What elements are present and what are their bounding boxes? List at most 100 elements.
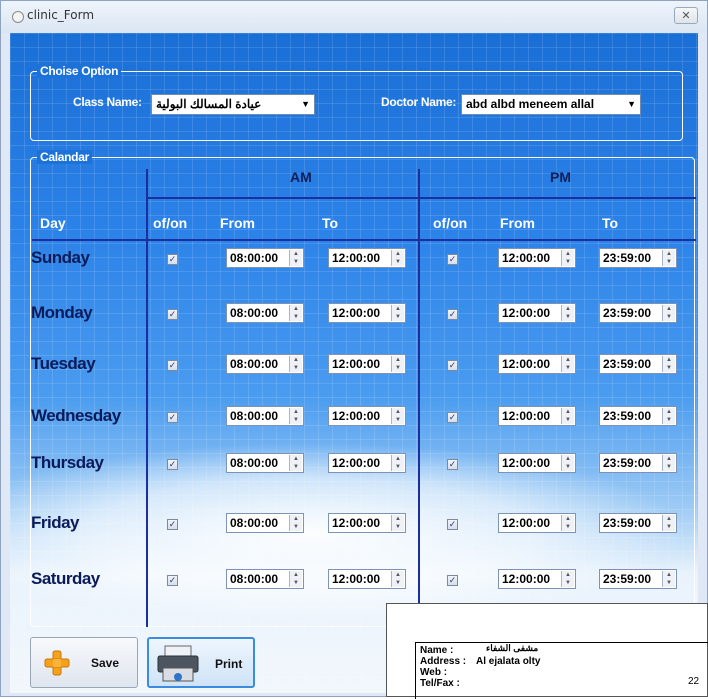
spinner-updown-icon[interactable]: ▲ ▼: [662, 571, 675, 587]
spinner-updown-icon[interactable]: ▲ ▼: [391, 571, 404, 587]
spinner-updown-icon[interactable]: ▲ ▼: [289, 515, 302, 531]
spinner-updown-icon[interactable]: ▲ ▼: [289, 408, 302, 424]
close-button[interactable]: ✕: [674, 7, 698, 24]
checkmark-icon: ✓: [448, 254, 457, 264]
pm-onoff-checkbox[interactable]: ✓: [447, 309, 458, 320]
am-from-time[interactable]: 08:00:00 ▲ ▼: [226, 453, 304, 473]
spinner-updown-icon[interactable]: ▲ ▼: [662, 305, 675, 321]
pm-to-time[interactable]: 23:59:00 ▲ ▼: [599, 354, 677, 374]
am-onoff-checkbox[interactable]: ✓: [167, 412, 178, 423]
spinner-updown-icon[interactable]: ▲ ▼: [289, 356, 302, 372]
time-value: 08:00:00: [230, 516, 279, 530]
spinner-updown-icon[interactable]: ▲ ▼: [561, 305, 574, 321]
am-from-time[interactable]: 08:00:00 ▲ ▼: [226, 513, 304, 533]
am-to-time[interactable]: 12:00:00 ▲ ▼: [328, 569, 406, 589]
pm-to-time[interactable]: 23:59:00 ▲ ▼: [599, 569, 677, 589]
spinner-updown-icon[interactable]: ▲ ▼: [662, 455, 675, 471]
pm-to-time[interactable]: 23:59:00 ▲ ▼: [599, 248, 677, 268]
am-from-time[interactable]: 08:00:00 ▲ ▼: [226, 303, 304, 323]
spinner-updown-icon[interactable]: ▲ ▼: [561, 515, 574, 531]
pm-from-time[interactable]: 12:00:00 ▲ ▼: [498, 406, 576, 426]
class-name-combo[interactable]: عيادة المسالك البولية ▼: [151, 94, 315, 115]
pm-onoff-checkbox[interactable]: ✓: [447, 575, 458, 586]
app-icon: [12, 11, 24, 23]
pm-to-time[interactable]: 23:59:00 ▲ ▼: [599, 406, 677, 426]
choise-option-legend: Choise Option: [37, 64, 122, 78]
spinner-updown-icon[interactable]: ▲ ▼: [289, 250, 302, 266]
pm-onoff-checkbox[interactable]: ✓: [447, 412, 458, 423]
am-onoff-checkbox[interactable]: ✓: [167, 254, 178, 265]
am-to-time[interactable]: 12:00:00 ▲ ▼: [328, 354, 406, 374]
checkmark-icon: ✓: [168, 575, 177, 585]
choise-option-group: Choise Option Class Name: عيادة المسالك …: [30, 64, 683, 141]
checkmark-icon: ✓: [168, 519, 177, 529]
am-to-time[interactable]: 12:00:00 ▲ ▼: [328, 453, 406, 473]
title-bar[interactable]: clinic_Form ✕: [1, 1, 707, 33]
pm-to-time[interactable]: 23:59:00 ▲ ▼: [599, 303, 677, 323]
close-icon: ✕: [681, 10, 691, 22]
pm-from-time[interactable]: 12:00:00 ▲ ▼: [498, 248, 576, 268]
checkmark-icon: ✓: [168, 412, 177, 422]
spinner-updown-icon[interactable]: ▲ ▼: [289, 455, 302, 471]
spinner-updown-icon[interactable]: ▲ ▼: [391, 356, 404, 372]
spinner-updown-icon[interactable]: ▲ ▼: [561, 455, 574, 471]
pm-from-time[interactable]: 12:00:00 ▲ ▼: [498, 513, 576, 533]
pm-from-time[interactable]: 12:00:00 ▲ ▼: [498, 303, 576, 323]
pm-onoff-checkbox[interactable]: ✓: [447, 459, 458, 470]
column-am-to: To: [322, 215, 339, 231]
am-to-time[interactable]: 12:00:00 ▲ ▼: [328, 248, 406, 268]
report-web-label: Web :: [420, 667, 448, 678]
doctor-name-combo[interactable]: abd albd meneem allal ▼: [461, 94, 641, 115]
spinner-updown-icon[interactable]: ▲ ▼: [391, 455, 404, 471]
checkmark-icon: ✓: [448, 519, 457, 529]
column-pm-to: To: [602, 215, 619, 231]
spinner-updown-icon[interactable]: ▲ ▼: [561, 571, 574, 587]
spinner-updown-icon[interactable]: ▲ ▼: [391, 515, 404, 531]
save-button[interactable]: Save: [30, 637, 138, 688]
spinner-updown-icon[interactable]: ▲ ▼: [662, 356, 675, 372]
spinner-updown-icon[interactable]: ▲ ▼: [289, 571, 302, 587]
spinner-updown-icon[interactable]: ▲ ▼: [561, 408, 574, 424]
checkmark-icon: ✓: [168, 459, 177, 469]
spinner-updown-icon[interactable]: ▲ ▼: [561, 356, 574, 372]
time-value: 12:00:00: [502, 251, 551, 265]
pm-onoff-checkbox[interactable]: ✓: [447, 360, 458, 371]
spinner-updown-icon[interactable]: ▲ ▼: [289, 305, 302, 321]
spinner-updown-icon[interactable]: ▲ ▼: [662, 408, 675, 424]
am-from-time[interactable]: 08:00:00 ▲ ▼: [226, 569, 304, 589]
spinner-updown-icon[interactable]: ▲ ▼: [391, 305, 404, 321]
pm-from-time[interactable]: 12:00:00 ▲ ▼: [498, 569, 576, 589]
am-to-time[interactable]: 12:00:00 ▲ ▼: [328, 303, 406, 323]
print-button[interactable]: Print: [147, 637, 255, 688]
pm-onoff-checkbox[interactable]: ✓: [447, 519, 458, 530]
checkmark-icon: ✓: [168, 309, 177, 319]
spinner-updown-icon[interactable]: ▲ ▼: [561, 250, 574, 266]
time-value: 08:00:00: [230, 572, 279, 586]
pm-to-time[interactable]: 23:59:00 ▲ ▼: [599, 513, 677, 533]
time-value: 12:00:00: [502, 306, 551, 320]
window-title: clinic_Form: [27, 8, 95, 22]
am-onoff-checkbox[interactable]: ✓: [167, 309, 178, 320]
pm-from-time[interactable]: 12:00:00 ▲ ▼: [498, 453, 576, 473]
am-header: AM: [290, 169, 312, 185]
am-onoff-checkbox[interactable]: ✓: [167, 360, 178, 371]
day-label: Monday: [31, 303, 93, 322]
spinner-updown-icon[interactable]: ▲ ▼: [662, 515, 675, 531]
pm-from-time[interactable]: 12:00:00 ▲ ▼: [498, 354, 576, 374]
spinner-updown-icon[interactable]: ▲ ▼: [662, 250, 675, 266]
day-label: Thursday: [31, 453, 104, 472]
pm-to-time[interactable]: 23:59:00 ▲ ▼: [599, 453, 677, 473]
am-from-time[interactable]: 08:00:00 ▲ ▼: [226, 406, 304, 426]
spinner-updown-icon[interactable]: ▲ ▼: [391, 250, 404, 266]
save-button-label: Save: [91, 656, 120, 670]
am-onoff-checkbox[interactable]: ✓: [167, 459, 178, 470]
am-from-time[interactable]: 08:00:00 ▲ ▼: [226, 354, 304, 374]
spinner-updown-icon[interactable]: ▲ ▼: [391, 408, 404, 424]
pm-onoff-checkbox[interactable]: ✓: [447, 254, 458, 265]
am-onoff-checkbox[interactable]: ✓: [167, 575, 178, 586]
am-to-time[interactable]: 12:00:00 ▲ ▼: [328, 406, 406, 426]
am-to-time[interactable]: 12:00:00 ▲ ▼: [328, 513, 406, 533]
time-value: 12:00:00: [332, 409, 381, 423]
am-onoff-checkbox[interactable]: ✓: [167, 519, 178, 530]
am-from-time[interactable]: 08:00:00 ▲ ▼: [226, 248, 304, 268]
